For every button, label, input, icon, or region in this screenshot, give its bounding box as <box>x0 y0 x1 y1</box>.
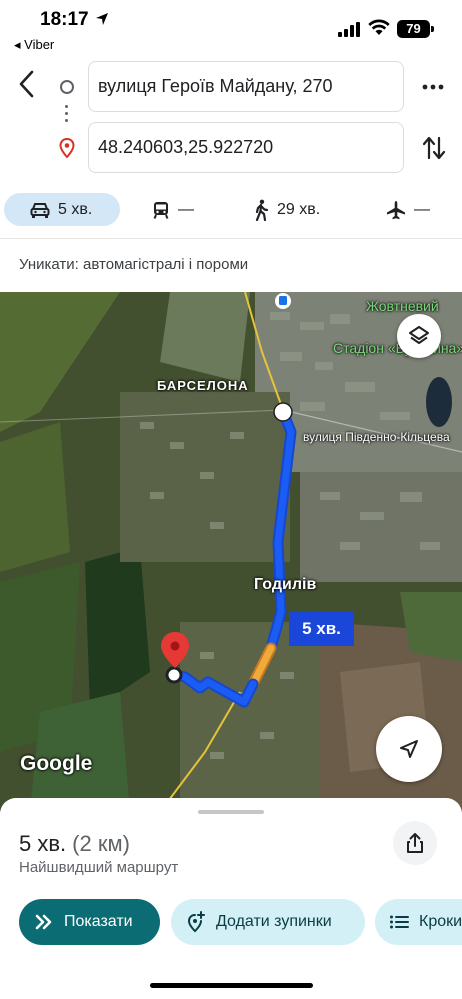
route-duration: 5 хв. <box>19 831 67 856</box>
airplane-icon <box>387 200 405 219</box>
show-route-label: Показати <box>64 913 133 930</box>
route-eta: 5 хв. (2 км) <box>19 831 130 857</box>
status-time: 18:17 <box>40 9 89 30</box>
route-summary-sheet[interactable]: 5 хв. (2 км) Найшвидший маршрут Показати … <box>0 798 462 999</box>
add-stops-button[interactable]: Додати зупинки <box>171 899 365 945</box>
mode-transit-tab[interactable]: — <box>152 193 194 226</box>
navigation-arrow-icon <box>400 740 418 758</box>
route-time-badge[interactable]: 5 хв. <box>289 612 354 646</box>
mode-flight-tab[interactable]: — <box>386 193 430 226</box>
map-view[interactable]: Жовтневий Стадіон «Буковина» БАРСЕЛОНА в… <box>0 292 462 812</box>
map-label-zhovtnevyi: Жовтневий <box>366 298 439 314</box>
battery-indicator: 79 <box>397 20 430 38</box>
mode-driving-tab[interactable]: 5 хв. <box>4 193 120 226</box>
steps-button[interactable]: Кроки <box>375 899 462 945</box>
car-icon <box>30 202 50 218</box>
map-label-street: вулиця Південно-Кільцева <box>303 430 450 444</box>
mode-walking-tab[interactable]: 29 хв. <box>253 193 320 226</box>
back-arrow-icon[interactable] <box>14 68 40 100</box>
add-stop-pin-icon <box>187 911 205 933</box>
origin-input[interactable]: вулиця Героїв Майдану, 270 <box>88 61 404 112</box>
walking-icon <box>255 199 269 221</box>
google-logo: Google <box>20 752 93 775</box>
transit-icon <box>153 201 169 219</box>
mode-walking-time: 29 хв. <box>277 200 321 218</box>
show-route-button[interactable]: Показати <box>19 899 160 945</box>
battery-tip <box>431 26 434 32</box>
navigate-button[interactable] <box>376 716 442 782</box>
origin-circle-icon <box>60 80 74 94</box>
layers-button[interactable] <box>397 314 441 358</box>
mode-flight-time: — <box>414 200 430 218</box>
destination-pin-icon <box>59 138 75 158</box>
map-label-barcelona: БАРСЕЛОНА <box>157 378 249 393</box>
back-to-app-link[interactable]: ◂ Viber <box>14 37 54 53</box>
mode-driving-time: 5 хв. <box>58 200 93 218</box>
double-chevron-icon <box>35 914 52 930</box>
wifi-icon <box>368 19 390 35</box>
layers-icon <box>409 326 429 344</box>
mode-transit-time: — <box>178 200 194 218</box>
route-distance: (2 км) <box>72 831 130 856</box>
route-dots-icon <box>65 105 69 123</box>
status-bar: 18:17 ◂ Viber 79 <box>0 0 462 56</box>
share-icon <box>407 833 423 853</box>
list-icon <box>390 915 409 929</box>
divider <box>0 238 462 239</box>
route-options-text[interactable]: Уникати: автомагістралі і пороми <box>19 256 248 273</box>
home-indicator[interactable] <box>150 983 313 988</box>
signal-icon <box>338 22 360 37</box>
drag-handle[interactable] <box>198 810 264 814</box>
share-button[interactable] <box>393 821 437 865</box>
destination-input[interactable]: 48.240603,25.922720 <box>88 122 404 173</box>
route-description: Найшвидший маршрут <box>19 859 179 876</box>
location-arrow-icon <box>96 13 108 25</box>
more-options-icon[interactable] <box>420 78 446 96</box>
map-label-godyliv: Годилів <box>254 576 317 593</box>
swap-icon[interactable] <box>421 134 447 162</box>
add-stops-label: Додати зупинки <box>216 913 332 930</box>
steps-label: Кроки <box>419 913 462 930</box>
